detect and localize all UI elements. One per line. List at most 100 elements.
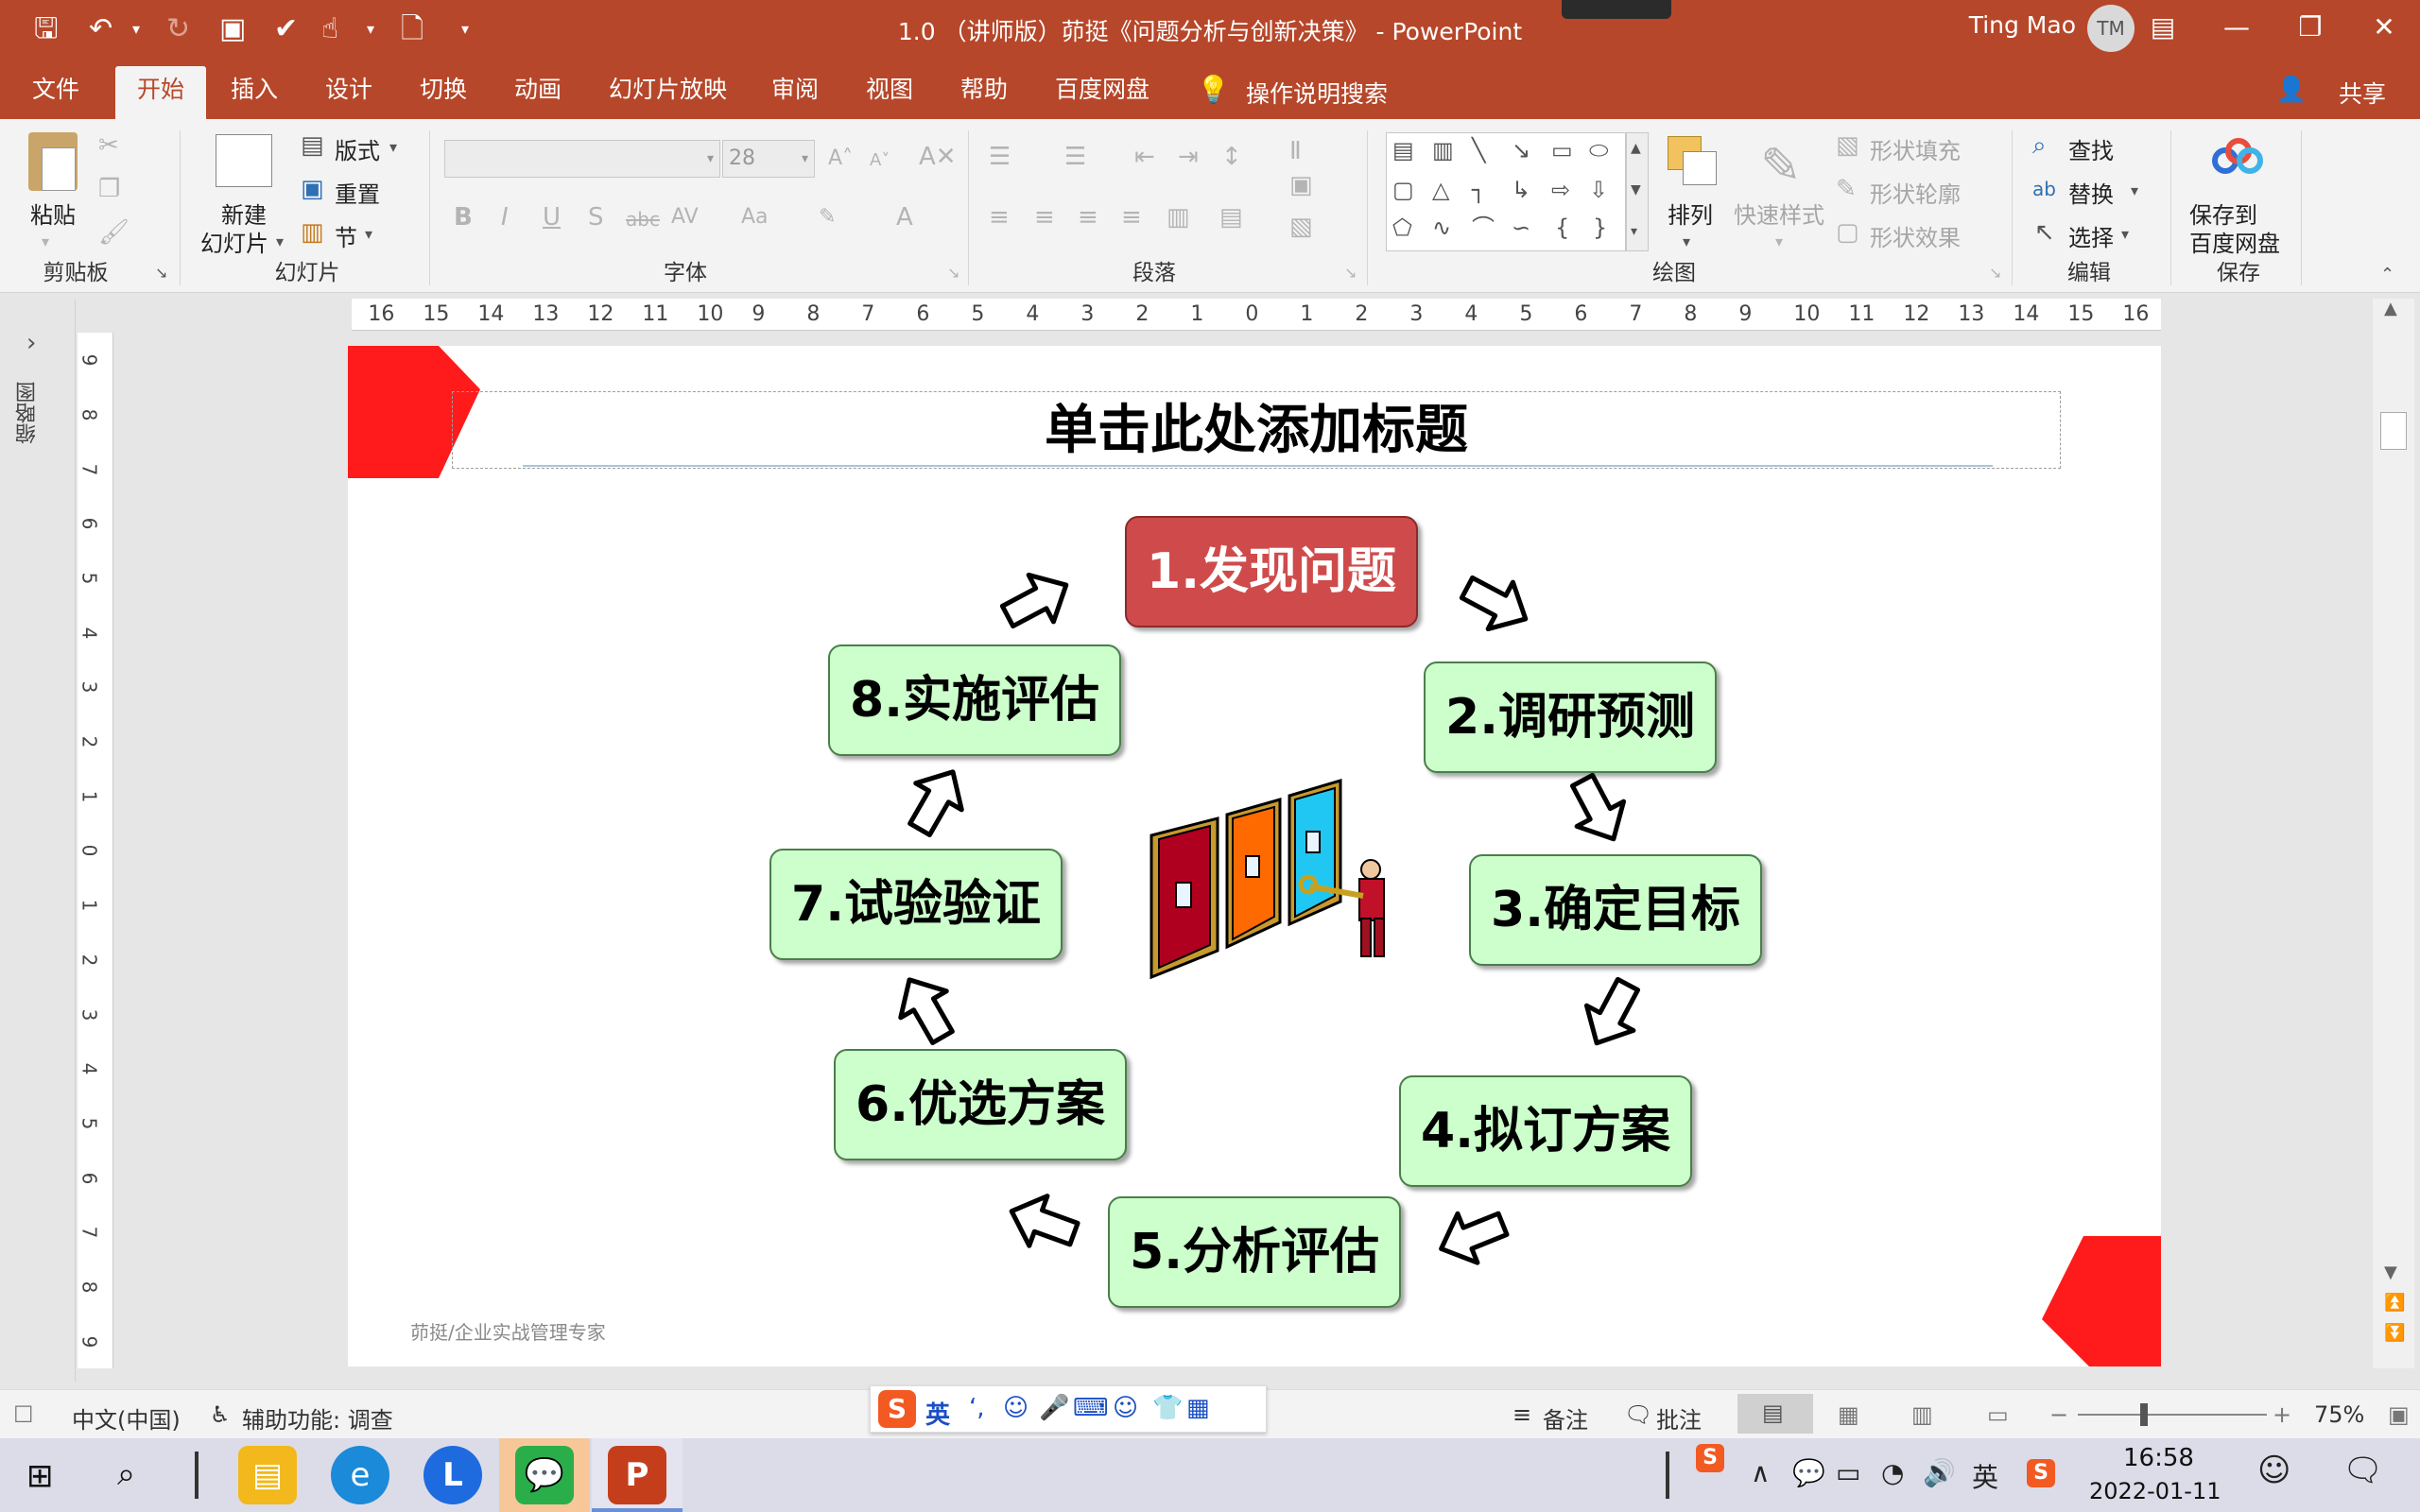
redo-icon[interactable]: ↻ <box>166 13 190 45</box>
align-text-icon[interactable]: ▤ <box>1219 204 1243 231</box>
font-size-combo[interactable]: 28 ▾ <box>722 140 815 178</box>
quick-styles-icon[interactable]: ✎ <box>1760 140 1802 193</box>
show-hidden-icons-icon[interactable]: ∧ <box>1751 1457 1771 1488</box>
paste-dropdown-icon[interactable]: ▾ <box>42 229 49 255</box>
columns-icon[interactable]: ▥ <box>1167 204 1190 231</box>
tell-me-search[interactable]: 操作说明搜索 <box>1246 76 1388 110</box>
replace-dropdown-icon[interactable]: ▾ <box>2131 178 2138 204</box>
scribble-icon[interactable]: ∿ <box>1432 215 1451 241</box>
sogou-tray-icon-2[interactable]: S <box>2027 1459 2055 1487</box>
reading-view-icon[interactable]: ▥ <box>1911 1401 1933 1428</box>
slideshow-view-icon[interactable]: ▭ <box>1987 1401 2009 1428</box>
slide-canvas[interactable]: 单击此处添加标题 1.发现问题 2.调研预测 3.确定目标 4.拟订方案 5.分… <box>348 346 2161 1366</box>
drawing-launcher-icon[interactable]: ↘ <box>1989 260 2001 286</box>
shape-outline-button[interactable]: 形状轮廓 <box>1870 176 1961 209</box>
clock-date[interactable]: 2022-01-11 <box>2089 1478 2221 1504</box>
arrow-line-icon[interactable]: ↘ <box>1512 137 1530 163</box>
justify-icon[interactable]: ≡ <box>1121 204 1142 231</box>
undo-icon[interactable]: ↶ <box>89 13 112 45</box>
tab-help[interactable]: 帮助 <box>945 66 1023 119</box>
tab-home[interactable]: 开始 <box>115 66 206 119</box>
shape-effects-button[interactable]: 形状效果 <box>1870 219 1961 252</box>
arrange-button[interactable]: 排列 <box>1668 197 1713 230</box>
text-direction-icon[interactable]: Ⅱ <box>1289 138 1302 164</box>
fit-slide-icon[interactable]: ▣ <box>2388 1401 2410 1428</box>
clock-time[interactable]: 16:58 <box>2123 1444 2194 1472</box>
battery-icon[interactable]: ▭ <box>1836 1457 1860 1488</box>
align-vertical-icon[interactable]: ▣ <box>1289 172 1313 198</box>
freeform-icon[interactable]: ⬠ <box>1392 215 1412 241</box>
text-box-icon[interactable]: ▤ <box>1392 137 1414 163</box>
new-slide-label-2[interactable]: 幻灯片 <box>200 225 268 258</box>
step-4-box[interactable]: 4.拟订方案 <box>1399 1075 1692 1187</box>
bullets-icon[interactable]: ☰ <box>989 144 1011 170</box>
curve-icon[interactable]: ∽ <box>1512 215 1530 241</box>
wifi-icon[interactable]: ◔ <box>1881 1457 1904 1488</box>
step-1-box[interactable]: 1.发现问题 <box>1125 516 1418 627</box>
windows-start-icon[interactable]: ⊞ <box>26 1457 54 1495</box>
font-size-dropdown-icon[interactable]: ▾ <box>802 141 808 177</box>
normal-view-button[interactable]: ▤ <box>1737 1394 1813 1434</box>
increase-font-icon[interactable]: A˄ <box>828 146 853 172</box>
right-brace-icon[interactable]: } <box>1593 215 1607 241</box>
spelling-icon[interactable]: ✔ <box>274 13 298 45</box>
sogou-logo-icon[interactable]: S <box>878 1390 916 1428</box>
wechat-icon[interactable]: 💬 <box>515 1446 574 1504</box>
file-explorer-icon[interactable]: ▤ <box>238 1446 297 1504</box>
previous-slide-icon[interactable]: ⏫ <box>2384 1293 2405 1313</box>
cut-icon[interactable]: ✂ <box>98 132 119 159</box>
scroll-thumb[interactable] <box>2380 412 2407 450</box>
tab-file[interactable]: 文件 <box>17 66 95 119</box>
save-to-baidu-label-2[interactable]: 百度网盘 <box>2189 225 2280 258</box>
touch-mode-icon[interactable]: ☝ <box>321 13 338 45</box>
italic-icon[interactable]: I <box>501 204 509 231</box>
tab-insert[interactable]: 插入 <box>216 66 293 119</box>
step-2-box[interactable]: 2.调研预测 <box>1424 662 1717 773</box>
minimize-icon[interactable]: — <box>2208 6 2265 49</box>
close-icon[interactable]: ✕ <box>2356 6 2412 49</box>
clear-formatting-icon[interactable]: A✕ <box>919 144 957 170</box>
gallery-up-icon[interactable]: ▲ <box>1631 135 1641 162</box>
save-icon[interactable]: 🖫 <box>34 13 59 45</box>
strikethrough-icon[interactable]: abc <box>626 206 660 232</box>
next-slide-icon[interactable]: ⏬ <box>2384 1323 2405 1343</box>
vertical-text-box-icon[interactable]: ▥ <box>1432 137 1454 163</box>
clipboard-launcher-icon[interactable]: ↘ <box>155 260 167 286</box>
triangle-icon[interactable]: △ <box>1432 177 1449 203</box>
present-icon[interactable]: ▣ <box>219 13 246 45</box>
ime-tray-indicator[interactable]: 英 <box>1972 1457 1998 1495</box>
vertical-scrollbar[interactable]: ▲ ▼ ⏫ ⏬ <box>2373 299 2414 1368</box>
bold-icon[interactable]: B <box>454 204 473 231</box>
decrease-indent-icon[interactable]: ⇤ <box>1134 144 1155 170</box>
right-arrow-icon[interactable]: ⇨ <box>1551 177 1570 203</box>
line-icon[interactable]: ╲ <box>1472 137 1485 163</box>
customize-qat-icon[interactable]: ▾ <box>461 13 469 45</box>
paste-button[interactable]: 粘贴 <box>30 197 76 230</box>
edge-browser-icon[interactable]: e <box>331 1446 389 1504</box>
elbow-arrow-icon[interactable]: ↳ <box>1512 177 1530 203</box>
step-3-box[interactable]: 3.确定目标 <box>1469 854 1762 966</box>
title-placeholder[interactable]: 单击此处添加标题 <box>452 391 2061 469</box>
step-6-box[interactable]: 6.优选方案 <box>834 1049 1127 1160</box>
restore-icon[interactable]: ❐ <box>2282 6 2339 49</box>
zoom-slider-track[interactable] <box>2078 1414 2267 1416</box>
keyboard-icon[interactable]: ⌨ <box>1073 1394 1109 1422</box>
layout-button[interactable]: 版式 <box>335 132 380 165</box>
decrease-font-icon[interactable]: A˅ <box>870 147 890 174</box>
paragraph-launcher-icon[interactable]: ↘ <box>1344 260 1357 286</box>
rectangle-icon[interactable]: ▭ <box>1551 137 1573 163</box>
shadow-icon[interactable]: S <box>588 204 604 231</box>
step-7-box[interactable]: 7.试验验证 <box>769 849 1063 960</box>
select-dropdown-icon[interactable]: ▾ <box>2121 221 2129 248</box>
scroll-up-icon[interactable]: ▲ <box>2384 299 2397 318</box>
ribbon-display-options-icon[interactable]: ▤ <box>2135 6 2191 49</box>
numbering-icon[interactable]: ☰ <box>1064 144 1086 170</box>
quick-styles-dropdown-icon[interactable]: ▾ <box>1775 229 1783 255</box>
ime-mode[interactable]: 英 <box>925 1396 950 1431</box>
skin-icon[interactable]: 👕 <box>1152 1394 1183 1422</box>
touch-dropdown-icon[interactable]: ▾ <box>367 13 374 45</box>
wechat-taskbar-active[interactable]: 💬 <box>499 1438 590 1512</box>
step-5-box[interactable]: 5.分析评估 <box>1108 1196 1401 1308</box>
tab-view[interactable]: 视图 <box>851 66 928 119</box>
step-8-box[interactable]: 8.实施评估 <box>828 644 1121 756</box>
